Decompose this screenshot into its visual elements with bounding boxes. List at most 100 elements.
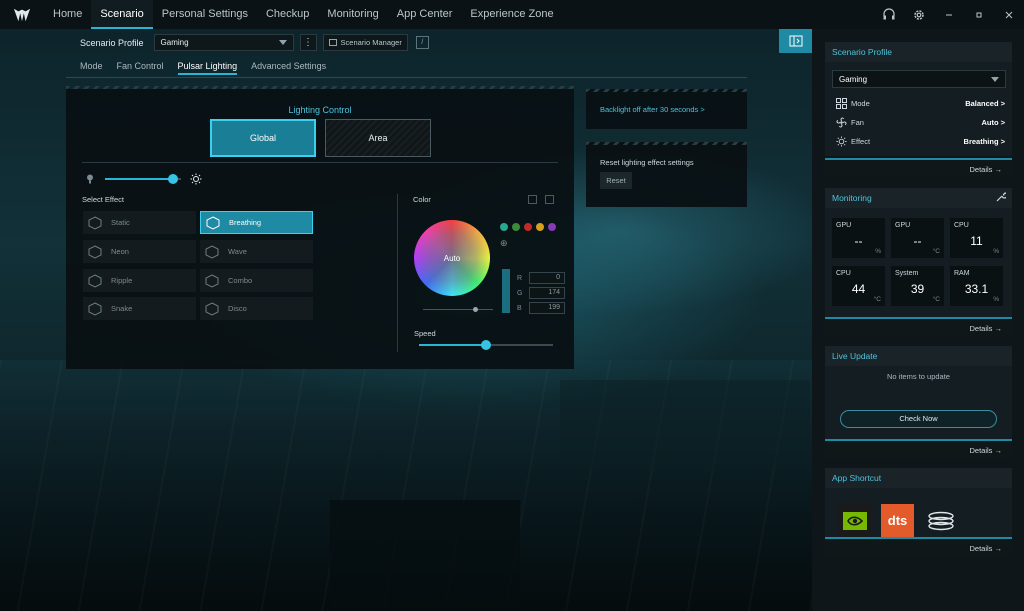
effect-neon[interactable]: Neon [83, 240, 196, 263]
effect-wave[interactable]: Wave [200, 240, 313, 263]
color-swatch[interactable] [524, 223, 532, 231]
tile-value: -- [913, 234, 922, 248]
sidebar-effect-value: Breathing > [963, 136, 1005, 146]
live-update-card-title: Live Update [825, 346, 1012, 366]
color-swatch[interactable] [512, 223, 520, 231]
effect-breathing[interactable]: Breathing [200, 211, 313, 234]
info-icon[interactable]: / [415, 36, 429, 49]
tile-value: 44 [851, 282, 866, 296]
nvidia-app-icon[interactable] [838, 504, 871, 537]
scenario-profile-details-link[interactable]: Details → [825, 158, 1012, 177]
wave-effect-icon [204, 244, 220, 260]
sidebar-toggle-button[interactable] [779, 29, 812, 53]
brightness-slider-fill [105, 178, 173, 180]
nav-experience-zone[interactable]: Experience Zone [461, 0, 562, 29]
lighting-control-title: Lighting Control [288, 105, 352, 115]
speed-slider-knob[interactable] [481, 340, 491, 350]
brightness-slider[interactable] [105, 174, 181, 184]
tile-name: CPU [954, 222, 969, 229]
effect-static[interactable]: Static [83, 211, 196, 234]
brightness-low-icon [87, 174, 93, 184]
monitoring-details-link[interactable]: Details → [825, 317, 1012, 336]
sidebar-effect-row[interactable]: Effect Breathing > [835, 135, 1005, 147]
mode-icon [835, 97, 847, 109]
nav-personal-settings[interactable]: Personal Settings [153, 0, 257, 29]
disco-effect-icon [204, 301, 220, 317]
sound-app-icon[interactable] [924, 504, 957, 537]
nav-monitoring[interactable]: Monitoring [318, 0, 387, 29]
color-label: Color [413, 195, 431, 204]
selected-color-bar [502, 269, 510, 313]
minimize-icon[interactable] [934, 0, 964, 29]
rgb-g-label: G [517, 289, 523, 297]
rgb-g-input[interactable]: 174 [529, 287, 565, 299]
tab-advanced-settings[interactable]: Advanced Settings [251, 61, 326, 75]
breathing-effect-icon [205, 215, 221, 231]
effect-sun-icon [835, 135, 847, 147]
eyedropper-icon[interactable] [528, 195, 537, 204]
sidebar-fan-value: Auto > [981, 117, 1005, 127]
sidebar-fan-row[interactable]: Fan Auto > [835, 116, 1005, 128]
effect-ripple[interactable]: Ripple [83, 269, 196, 292]
brightness-row [86, 173, 202, 185]
speed-slider-fill [419, 344, 486, 346]
edit-icon[interactable] [545, 195, 554, 204]
scenario-profile-dropdown[interactable]: Gaming [153, 34, 294, 51]
effect-snake[interactable]: Snake [83, 297, 196, 320]
gear-icon[interactable] [904, 0, 934, 29]
check-now-button[interactable]: Check Now [840, 410, 997, 428]
app-shortcut-details-link[interactable]: Details → [825, 537, 1012, 556]
close-icon[interactable] [994, 0, 1024, 29]
effect-disco[interactable]: Disco [200, 297, 313, 320]
speed-slider[interactable] [419, 340, 553, 350]
color-swatch[interactable] [548, 223, 556, 231]
global-mode-button[interactable]: Global [210, 119, 316, 157]
nav-scenario[interactable]: Scenario [91, 0, 154, 29]
more-options-button[interactable]: ⋮ [299, 34, 317, 51]
backlight-timeout-link[interactable]: Backlight off after 30 seconds > [600, 105, 705, 114]
saturation-slider-knob[interactable] [473, 307, 478, 312]
panel-edge [586, 89, 747, 92]
scenario-manager-button[interactable]: Scenario Manager [322, 34, 408, 51]
saturation-slider[interactable] [423, 307, 493, 312]
scenario-profile-label: Scenario Profile [80, 37, 144, 48]
tile-name: RAM [954, 270, 970, 277]
tile-name: GPU [836, 222, 852, 229]
scenario-profile-footer: Details → [825, 158, 1012, 177]
restore-icon[interactable] [964, 0, 994, 29]
tile-unit: °C [932, 248, 940, 255]
brightness-slider-knob[interactable] [168, 174, 178, 184]
tab-mode[interactable]: Mode [80, 61, 103, 75]
wrench-icon[interactable] [996, 192, 1006, 202]
nav-home[interactable]: Home [44, 0, 91, 29]
tile-unit: % [993, 296, 999, 303]
add-swatch-icon[interactable]: ⊕ [500, 238, 508, 249]
sidebar-collapse-icon [789, 35, 802, 47]
app-shortcut-card-title: App Shortcut [825, 468, 1012, 488]
monitoring-card-title: Monitoring [825, 188, 1012, 208]
color-wheel[interactable]: Auto [414, 220, 490, 296]
backlight-timeout-card[interactable]: Backlight off after 30 seconds > [586, 89, 747, 129]
sidebar-mode-row[interactable]: Mode Balanced > [835, 97, 1005, 109]
effect-combo[interactable]: Combo [200, 269, 313, 292]
rgb-r-input[interactable]: 0 [529, 272, 565, 284]
manager-icon [328, 39, 337, 46]
sidebar-profile-dropdown[interactable]: Gaming [832, 70, 1006, 88]
nav-checkup[interactable]: Checkup [257, 0, 318, 29]
effect-label: Disco [228, 304, 247, 313]
color-swatch[interactable] [500, 223, 508, 231]
effect-label: Combo [228, 276, 253, 285]
tab-pulsar-lighting[interactable]: Pulsar Lighting [177, 61, 237, 75]
tab-fan-control[interactable]: Fan Control [117, 61, 164, 75]
sub-tabs: Mode Fan Control Pulsar Lighting Advance… [80, 61, 326, 75]
area-mode-button[interactable]: Area [325, 119, 431, 157]
nav-app-center[interactable]: App Center [388, 0, 462, 29]
effect-label: Wave [228, 247, 247, 256]
dts-app-icon[interactable]: dts [881, 504, 914, 537]
rgb-b-input[interactable]: 199 [529, 302, 565, 314]
reset-button[interactable]: Reset [600, 172, 632, 189]
color-swatch[interactable] [536, 223, 544, 231]
live-update-details-link[interactable]: Details → [825, 439, 1012, 458]
color-wheel-center[interactable]: Auto [414, 220, 490, 296]
headset-icon[interactable] [874, 0, 904, 29]
